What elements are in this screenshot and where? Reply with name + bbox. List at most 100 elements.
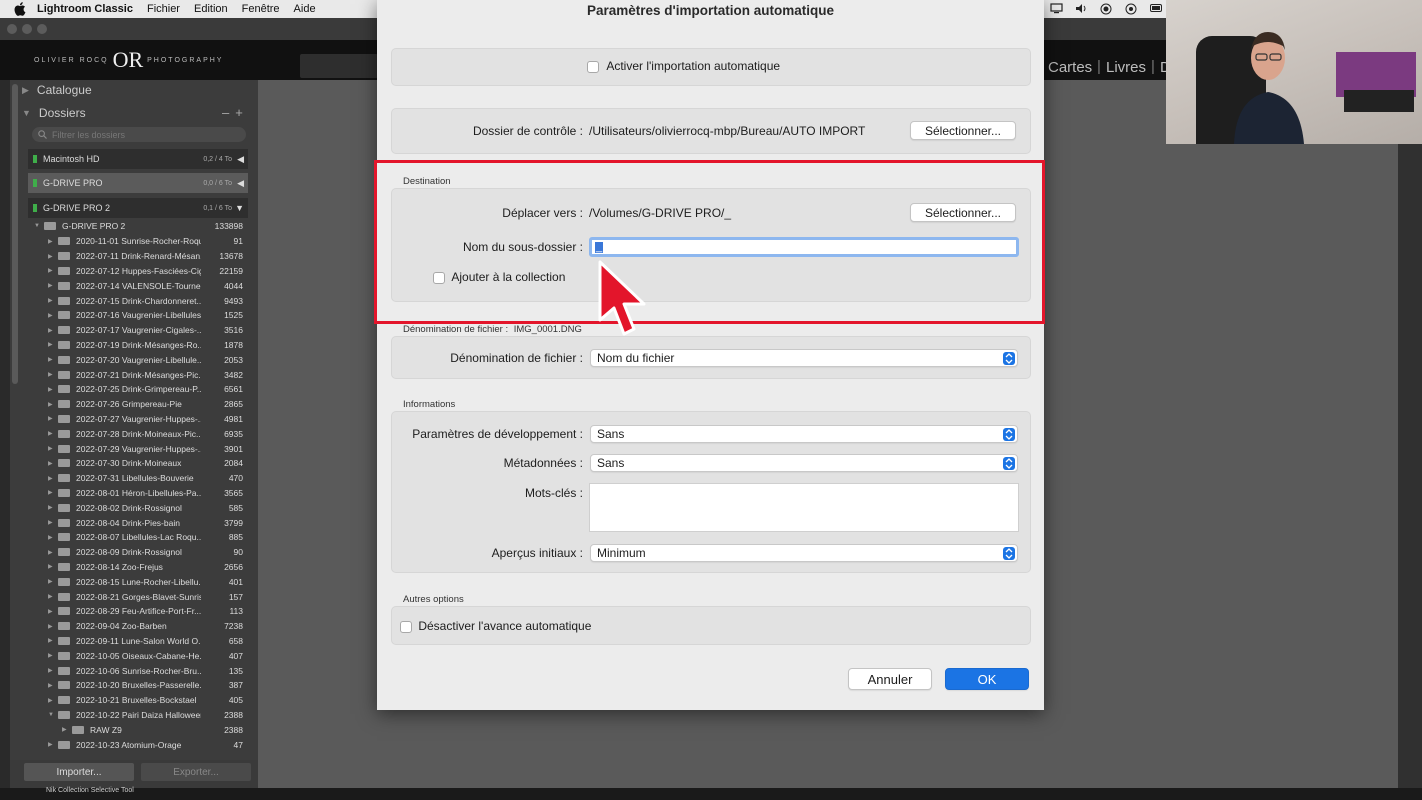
identity-search-box[interactable] — [300, 54, 378, 78]
volume-g-drive-pro[interactable]: G-DRIVE PRO 0,0 / 6 To ◀ — [28, 173, 248, 193]
volume-g-drive-pro-2[interactable]: G-DRIVE PRO 2 0,1 / 6 To ▼ — [28, 198, 248, 218]
folder-row[interactable]: ▶ 2022-07-11 Drink-Renard-Mésan... 13678 — [28, 249, 248, 264]
folder-row[interactable]: ▶ 2022-07-28 Drink-Moineaux-Pic... 6935 — [28, 426, 248, 441]
folder-filter-input[interactable]: Filtrer les dossiers — [32, 127, 246, 142]
folder-row[interactable]: ▶ 2022-10-20 Bruxelles-Passerelle... 387 — [28, 678, 248, 693]
folder-row[interactable]: ▶ 2020-11-01 Sunrise-Rocher-Roqu... 91 — [28, 234, 248, 249]
battery-icon[interactable] — [1150, 3, 1164, 15]
folder-row[interactable]: ▶ 2022-09-11 Lune-Salon World O... 658 — [28, 634, 248, 649]
menu-fichier[interactable]: Fichier — [147, 3, 180, 15]
expand-arrow-icon[interactable]: ▶ — [48, 415, 56, 422]
folder-row[interactable]: ▶ RAW Z9 2388 — [28, 722, 248, 737]
expand-arrow-icon[interactable]: ▶ — [48, 253, 56, 260]
collapse-arrow-icon[interactable]: ▼ — [48, 712, 56, 718]
left-panel-scrollbar[interactable] — [12, 84, 18, 384]
folder-root[interactable]: ▼ G-DRIVE PRO 2 133898 — [28, 219, 248, 234]
folder-row[interactable]: ▶ 2022-07-12 Huppes-Fasciées-Cig... 22159 — [28, 264, 248, 279]
folder-row[interactable]: ▶ 2022-07-29 Vaugrenier-Huppes-... 3901 — [28, 441, 248, 456]
catalogue-header[interactable]: ▶ Catalogue — [22, 80, 252, 100]
folder-row[interactable]: ▶ 2022-10-23 Atomium-Orage 47 — [28, 737, 248, 752]
disable-auto-advance-checkbox[interactable]: Désactiver l'avance automatique — [400, 619, 591, 633]
menu-aide[interactable]: Aide — [294, 3, 316, 15]
folder-row[interactable]: ▼ 2022-10-22 Pairi Daiza Halloween 2388 — [28, 708, 248, 723]
expand-arrow-icon[interactable]: ▶ — [48, 312, 56, 319]
expand-arrow-icon[interactable]: ▶ — [48, 489, 56, 496]
expand-arrow-icon[interactable]: ▶ — [48, 682, 56, 689]
expand-arrow-icon[interactable]: ▶ — [48, 475, 56, 482]
nik-collection-label[interactable]: Nik Collection Selective Tool — [46, 787, 134, 794]
expand-arrow-icon[interactable]: ▶ — [48, 238, 56, 245]
expand-arrow-icon[interactable]: ▶ — [48, 341, 56, 348]
dossiers-header[interactable]: ▼ Dossiers — [22, 103, 252, 123]
folder-row[interactable]: ▶ 2022-07-16 Vaugrenier-Libellules 1525 — [28, 308, 248, 323]
expand-arrow-icon[interactable]: ▶ — [48, 430, 56, 437]
expand-arrow-icon[interactable]: ▶ — [48, 386, 56, 393]
expand-arrow-icon[interactable]: ▶ — [62, 726, 70, 733]
metadata-popup[interactable]: Sans — [590, 454, 1018, 472]
zoom-window-icon[interactable] — [37, 24, 47, 34]
folder-row[interactable]: ▶ 2022-07-25 Drink-Grimpereau-P... 6561 — [28, 382, 248, 397]
folder-row[interactable]: ▶ 2022-08-14 Zoo-Frejus 2656 — [28, 560, 248, 575]
expand-arrow-icon[interactable]: ▶ — [48, 460, 56, 467]
expand-arrow-icon[interactable]: ▶ — [48, 741, 56, 748]
watch-folder-select-button[interactable]: Sélectionner... — [910, 121, 1016, 140]
expand-arrow-icon[interactable]: ▶ — [48, 534, 56, 541]
expand-arrow-icon[interactable]: ▶ — [48, 563, 56, 570]
folder-row[interactable]: ▶ 2022-07-31 Libellules-Bouverie 470 — [28, 471, 248, 486]
expand-arrow-icon[interactable]: ▶ — [48, 623, 56, 630]
folder-row[interactable]: ▶ 2022-10-05 Oiseaux-Cabane-He... 407 — [28, 648, 248, 663]
folder-row[interactable]: ▶ 2022-08-21 Gorges-Blavet-Sunrise 157 — [28, 589, 248, 604]
folder-row[interactable]: ▶ 2022-08-01 Héron-Libellules-Pa... 3565 — [28, 486, 248, 501]
volume-icon[interactable] — [1075, 3, 1089, 15]
module-cartes[interactable]: Cartes — [1048, 59, 1092, 76]
expand-arrow-icon[interactable]: ▶ — [48, 282, 56, 289]
airdrop-icon[interactable] — [1125, 3, 1139, 15]
volume-toggle-icon[interactable]: ◀ — [237, 178, 244, 189]
expand-arrow-icon[interactable]: ▶ — [48, 608, 56, 615]
folder-row[interactable]: ▶ 2022-10-21 Bruxelles-Bockstael 405 — [28, 693, 248, 708]
expand-arrow-icon[interactable]: ▶ — [48, 445, 56, 452]
folder-row[interactable]: ▶ 2022-08-07 Libellules-Lac Roqu... 885 — [28, 530, 248, 545]
folder-row[interactable]: ▶ 2022-07-17 Vaugrenier-Cigales-... 3516 — [28, 323, 248, 338]
volume-macintosh-hd[interactable]: Macintosh HD 0,2 / 4 To ◀ — [28, 149, 248, 169]
folder-row[interactable]: ▶ 2022-08-15 Lune-Rocher-Libellu... 401 — [28, 574, 248, 589]
menu-edition[interactable]: Edition — [194, 3, 228, 15]
display-icon[interactable] — [1050, 3, 1064, 15]
export-button[interactable]: Exporter... — [141, 763, 251, 781]
activate-auto-import-checkbox[interactable]: Activer l'importation automatique — [587, 59, 780, 73]
folder-row[interactable]: ▶ 2022-07-27 Vaugrenier-Huppes-... 4981 — [28, 412, 248, 427]
checkbox-icon[interactable] — [587, 60, 599, 73]
expand-arrow-icon[interactable]: ▶ — [48, 401, 56, 408]
folder-row[interactable]: ▶ 2022-07-30 Drink-Moineaux 2084 — [28, 456, 248, 471]
dossiers-add-remove-buttons[interactable]: –+ — [222, 105, 249, 120]
folder-row[interactable]: ▶ 2022-09-04 Zoo-Barben 7238 — [28, 619, 248, 634]
menu-app-name[interactable]: Lightroom Classic — [37, 3, 133, 15]
folder-row[interactable]: ▶ 2022-08-29 Feu-Artifice-Port-Fr... 113 — [28, 604, 248, 619]
ok-button[interactable]: OK — [945, 668, 1029, 690]
expand-arrow-icon[interactable]: ▶ — [48, 519, 56, 526]
expand-arrow-icon[interactable]: ▶ — [48, 371, 56, 378]
expand-arrow-icon[interactable]: ▶ — [48, 549, 56, 556]
folder-row[interactable]: ▶ 2022-07-15 Drink-Chardonneret... 9493 — [28, 293, 248, 308]
expand-arrow-icon[interactable]: ▶ — [48, 593, 56, 600]
expand-arrow-icon[interactable]: ▶ — [48, 637, 56, 644]
volume-toggle-icon[interactable]: ◀ — [237, 154, 244, 165]
folder-row[interactable]: ▶ 2022-08-04 Drink-Pies-bain 3799 — [28, 515, 248, 530]
folder-row[interactable]: ▶ 2022-10-06 Sunrise-Rocher-Bru... 135 — [28, 663, 248, 678]
checkbox-icon[interactable] — [400, 620, 412, 633]
previews-popup[interactable]: Minimum — [590, 544, 1018, 562]
apple-icon[interactable] — [13, 2, 27, 16]
module-livres[interactable]: Livres — [1106, 59, 1146, 76]
record-icon[interactable] — [1100, 3, 1114, 15]
cancel-button[interactable]: Annuler — [848, 668, 932, 690]
expand-arrow-icon[interactable]: ▶ — [48, 697, 56, 704]
expand-arrow-icon[interactable]: ▶ — [48, 652, 56, 659]
volume-toggle-icon[interactable]: ▼ — [235, 203, 244, 213]
keywords-textarea[interactable] — [589, 483, 1019, 532]
import-button[interactable]: Importer... — [24, 763, 134, 781]
close-window-icon[interactable] — [7, 24, 17, 34]
expand-arrow-icon[interactable]: ▶ — [48, 356, 56, 363]
folder-row[interactable]: ▶ 2022-08-09 Drink-Rossignol 90 — [28, 545, 248, 560]
folder-row[interactable]: ▶ 2022-07-19 Drink-Mésanges-Ro... 1878 — [28, 338, 248, 353]
develop-settings-popup[interactable]: Sans — [590, 425, 1018, 443]
